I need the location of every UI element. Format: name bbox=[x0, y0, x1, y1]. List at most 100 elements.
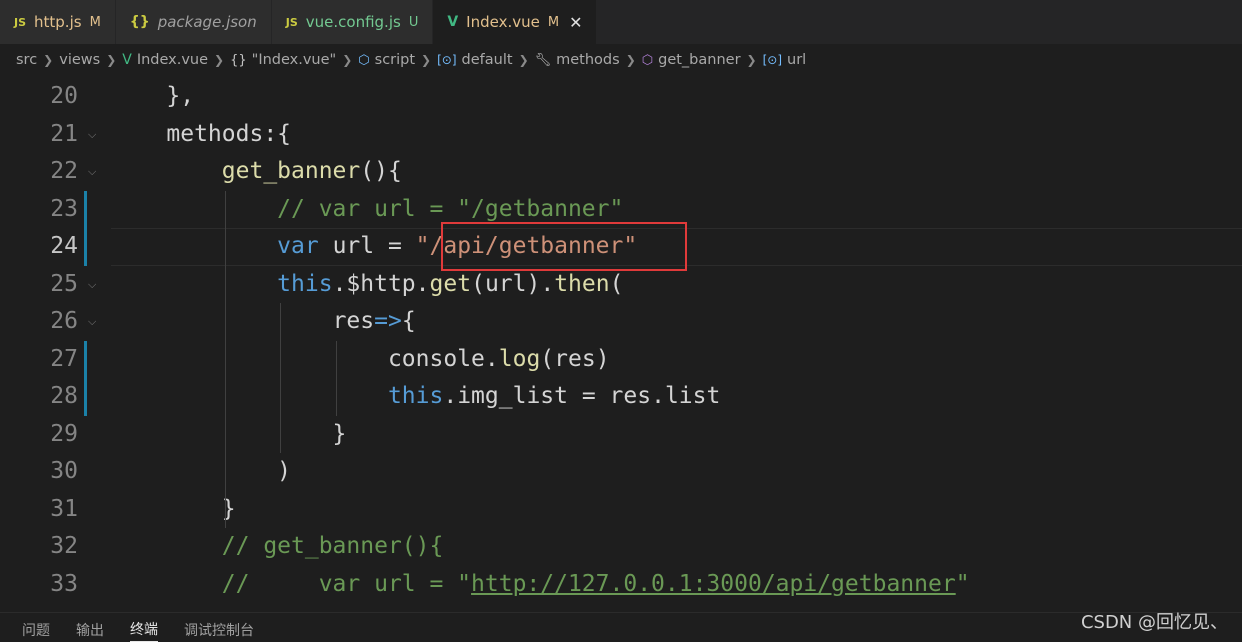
code-line[interactable]: 20 }, bbox=[0, 78, 1242, 116]
fold-chevron-icon[interactable]: ⌵ bbox=[88, 315, 96, 329]
code-line[interactable]: 22 ⌵ get_banner(){ bbox=[0, 153, 1242, 191]
breadcrumb-item-get-banner[interactable]: ⬡ get_banner bbox=[642, 52, 741, 68]
line-number: 33 bbox=[50, 570, 78, 597]
tab-http-js[interactable]: JS http.js M bbox=[0, 0, 116, 44]
breadcrumb-item-default[interactable]: [⊙] default bbox=[437, 52, 512, 68]
code-text: get_banner(){ bbox=[221, 158, 402, 184]
chevron-right-icon: ❯ bbox=[421, 53, 432, 67]
tab-label: package.json bbox=[157, 13, 257, 31]
untracked-badge: U bbox=[408, 14, 419, 30]
variable-icon: [⊙] bbox=[762, 53, 783, 67]
braces-icon: {} bbox=[230, 52, 247, 68]
tab-label: http.js bbox=[34, 13, 82, 31]
breadcrumb-item-url[interactable]: [⊙] url bbox=[763, 52, 807, 68]
json-file-icon: {} bbox=[129, 14, 150, 30]
cube-icon: ⬡ bbox=[358, 52, 370, 68]
code-editor[interactable]: 20 }, 21 ⌵ methods:{ 22 ⌵ get_banner(){ 23 //… bbox=[0, 78, 1242, 612]
chevron-right-icon: ❯ bbox=[43, 53, 54, 67]
line-number: 26 bbox=[50, 308, 78, 334]
line-number: 20 bbox=[50, 83, 78, 109]
git-modified-marker bbox=[84, 190, 87, 228]
fold-chevron-icon[interactable]: ⌵ bbox=[88, 128, 96, 142]
chevron-right-icon: ❯ bbox=[342, 53, 353, 67]
vue-file-icon: V bbox=[122, 52, 132, 68]
indent-guide bbox=[280, 303, 282, 453]
chevron-right-icon: ❯ bbox=[214, 53, 225, 67]
breadcrumb: src ❯ views ❯ V Index.vue ❯ {} "Index.vue"… bbox=[0, 44, 1242, 76]
code-line[interactable]: 33 // var url = "http://127.0.0.1:3000/a… bbox=[0, 566, 1242, 604]
indent-guide bbox=[335, 340, 337, 416]
editor-tab-bar: JS http.js M {} package.json JS vue.conf… bbox=[0, 0, 1242, 44]
code-text: // get_banner(){ bbox=[221, 533, 444, 559]
code-line[interactable]: 28 this.img_list = res.list bbox=[0, 378, 1242, 416]
variable-icon: [⊙] bbox=[437, 53, 457, 67]
panel-tab-problems[interactable]: 问题 bbox=[22, 620, 50, 642]
indent-guide bbox=[224, 190, 226, 528]
line-number: 21 bbox=[50, 120, 78, 147]
code-text: var url = "/api/getbanner" bbox=[277, 233, 638, 259]
chevron-right-icon: ❯ bbox=[746, 53, 757, 67]
breadcrumb-item-script[interactable]: ⬡ script bbox=[358, 52, 415, 68]
chevron-right-icon: ❯ bbox=[625, 53, 636, 67]
code-line[interactable]: 23 // var url = "/getbanner" bbox=[0, 190, 1242, 228]
wrench-icon: 🔧︎ bbox=[534, 52, 552, 68]
chevron-right-icon: ❯ bbox=[106, 53, 117, 67]
vue-file-icon: V bbox=[447, 14, 459, 30]
code-line[interactable]: 31 } bbox=[0, 491, 1242, 529]
code-text: // var url = "http://127.0.0.1:3000/api/… bbox=[221, 570, 970, 597]
code-text: }, bbox=[111, 83, 195, 109]
line-number: 28 bbox=[50, 383, 78, 409]
line-number: 29 bbox=[50, 420, 78, 447]
panel-tab-output[interactable]: 输出 bbox=[76, 620, 104, 642]
code-text: this.$http.get(url).then( bbox=[277, 270, 624, 297]
breadcrumb-item-views[interactable]: views bbox=[59, 52, 100, 68]
tab-label: vue.config.js bbox=[305, 13, 401, 31]
panel-tab-debug-console[interactable]: 调试控制台 bbox=[184, 620, 254, 642]
git-modified-marker bbox=[84, 378, 87, 416]
modified-badge: M bbox=[547, 14, 560, 30]
close-tab-icon[interactable]: ✕ bbox=[569, 13, 582, 32]
javascript-file-icon: JS bbox=[14, 15, 27, 29]
git-modified-marker bbox=[84, 228, 87, 266]
panel-tab-terminal[interactable]: 终端 bbox=[130, 619, 158, 642]
line-number: 27 bbox=[50, 345, 78, 372]
code-text: } bbox=[111, 495, 236, 522]
fold-chevron-icon[interactable]: ⌵ bbox=[88, 278, 96, 292]
breadcrumb-item-methods[interactable]: 🔧︎ methods bbox=[535, 52, 620, 68]
code-line[interactable]: 27 console.log(res) bbox=[0, 340, 1242, 378]
fold-chevron-icon[interactable]: ⌵ bbox=[88, 165, 96, 179]
line-number: 24 bbox=[50, 233, 78, 259]
line-number: 30 bbox=[50, 458, 78, 484]
panel-tab-bar: 问题 输出 终端 调试控制台 bbox=[0, 612, 1242, 642]
line-number: 23 bbox=[50, 195, 78, 222]
code-text: console.log(res) bbox=[387, 345, 610, 372]
tab-package-json[interactable]: {} package.json bbox=[115, 0, 272, 44]
git-modified-marker bbox=[84, 340, 87, 378]
line-number: 32 bbox=[50, 533, 78, 559]
tab-vue-config-js[interactable]: JS vue.config.js U bbox=[271, 0, 434, 44]
watermark: CSDN @回忆见、 bbox=[1080, 612, 1228, 633]
code-line[interactable]: 29 } bbox=[0, 416, 1242, 454]
tab-index-vue[interactable]: V Index.vue M ✕ bbox=[433, 0, 598, 44]
chevron-right-icon: ❯ bbox=[518, 53, 529, 67]
code-line[interactable]: 21 ⌵ methods:{ bbox=[0, 116, 1242, 154]
code-text: ) bbox=[111, 458, 292, 484]
javascript-file-icon: JS bbox=[285, 15, 298, 29]
modified-badge: M bbox=[89, 14, 101, 30]
code-line[interactable]: 30 ) bbox=[0, 453, 1242, 491]
breadcrumb-item-module[interactable]: {} "Index.vue" bbox=[230, 52, 336, 68]
code-text: res=>{ bbox=[332, 308, 416, 334]
code-text: } bbox=[111, 420, 347, 447]
code-line[interactable]: 25 ⌵ this.$http.get(url).then( bbox=[0, 266, 1242, 304]
method-icon: ⬡ bbox=[641, 52, 654, 68]
code-line[interactable]: 24 var url = "/api/getbanner" bbox=[0, 228, 1242, 266]
breadcrumb-item-src[interactable]: src bbox=[16, 52, 37, 68]
code-text: this.img_list = res.list bbox=[387, 383, 721, 409]
code-line[interactable]: 26 ⌵ res=>{ bbox=[0, 303, 1242, 341]
code-line[interactable]: 32 // get_banner(){ bbox=[0, 528, 1242, 566]
line-number: 22 bbox=[50, 158, 78, 184]
breadcrumb-item-index-vue[interactable]: V Index.vue bbox=[122, 52, 208, 68]
code-text: // var url = "/getbanner" bbox=[277, 195, 624, 222]
line-number: 31 bbox=[50, 495, 78, 522]
code-text: methods:{ bbox=[166, 120, 292, 147]
